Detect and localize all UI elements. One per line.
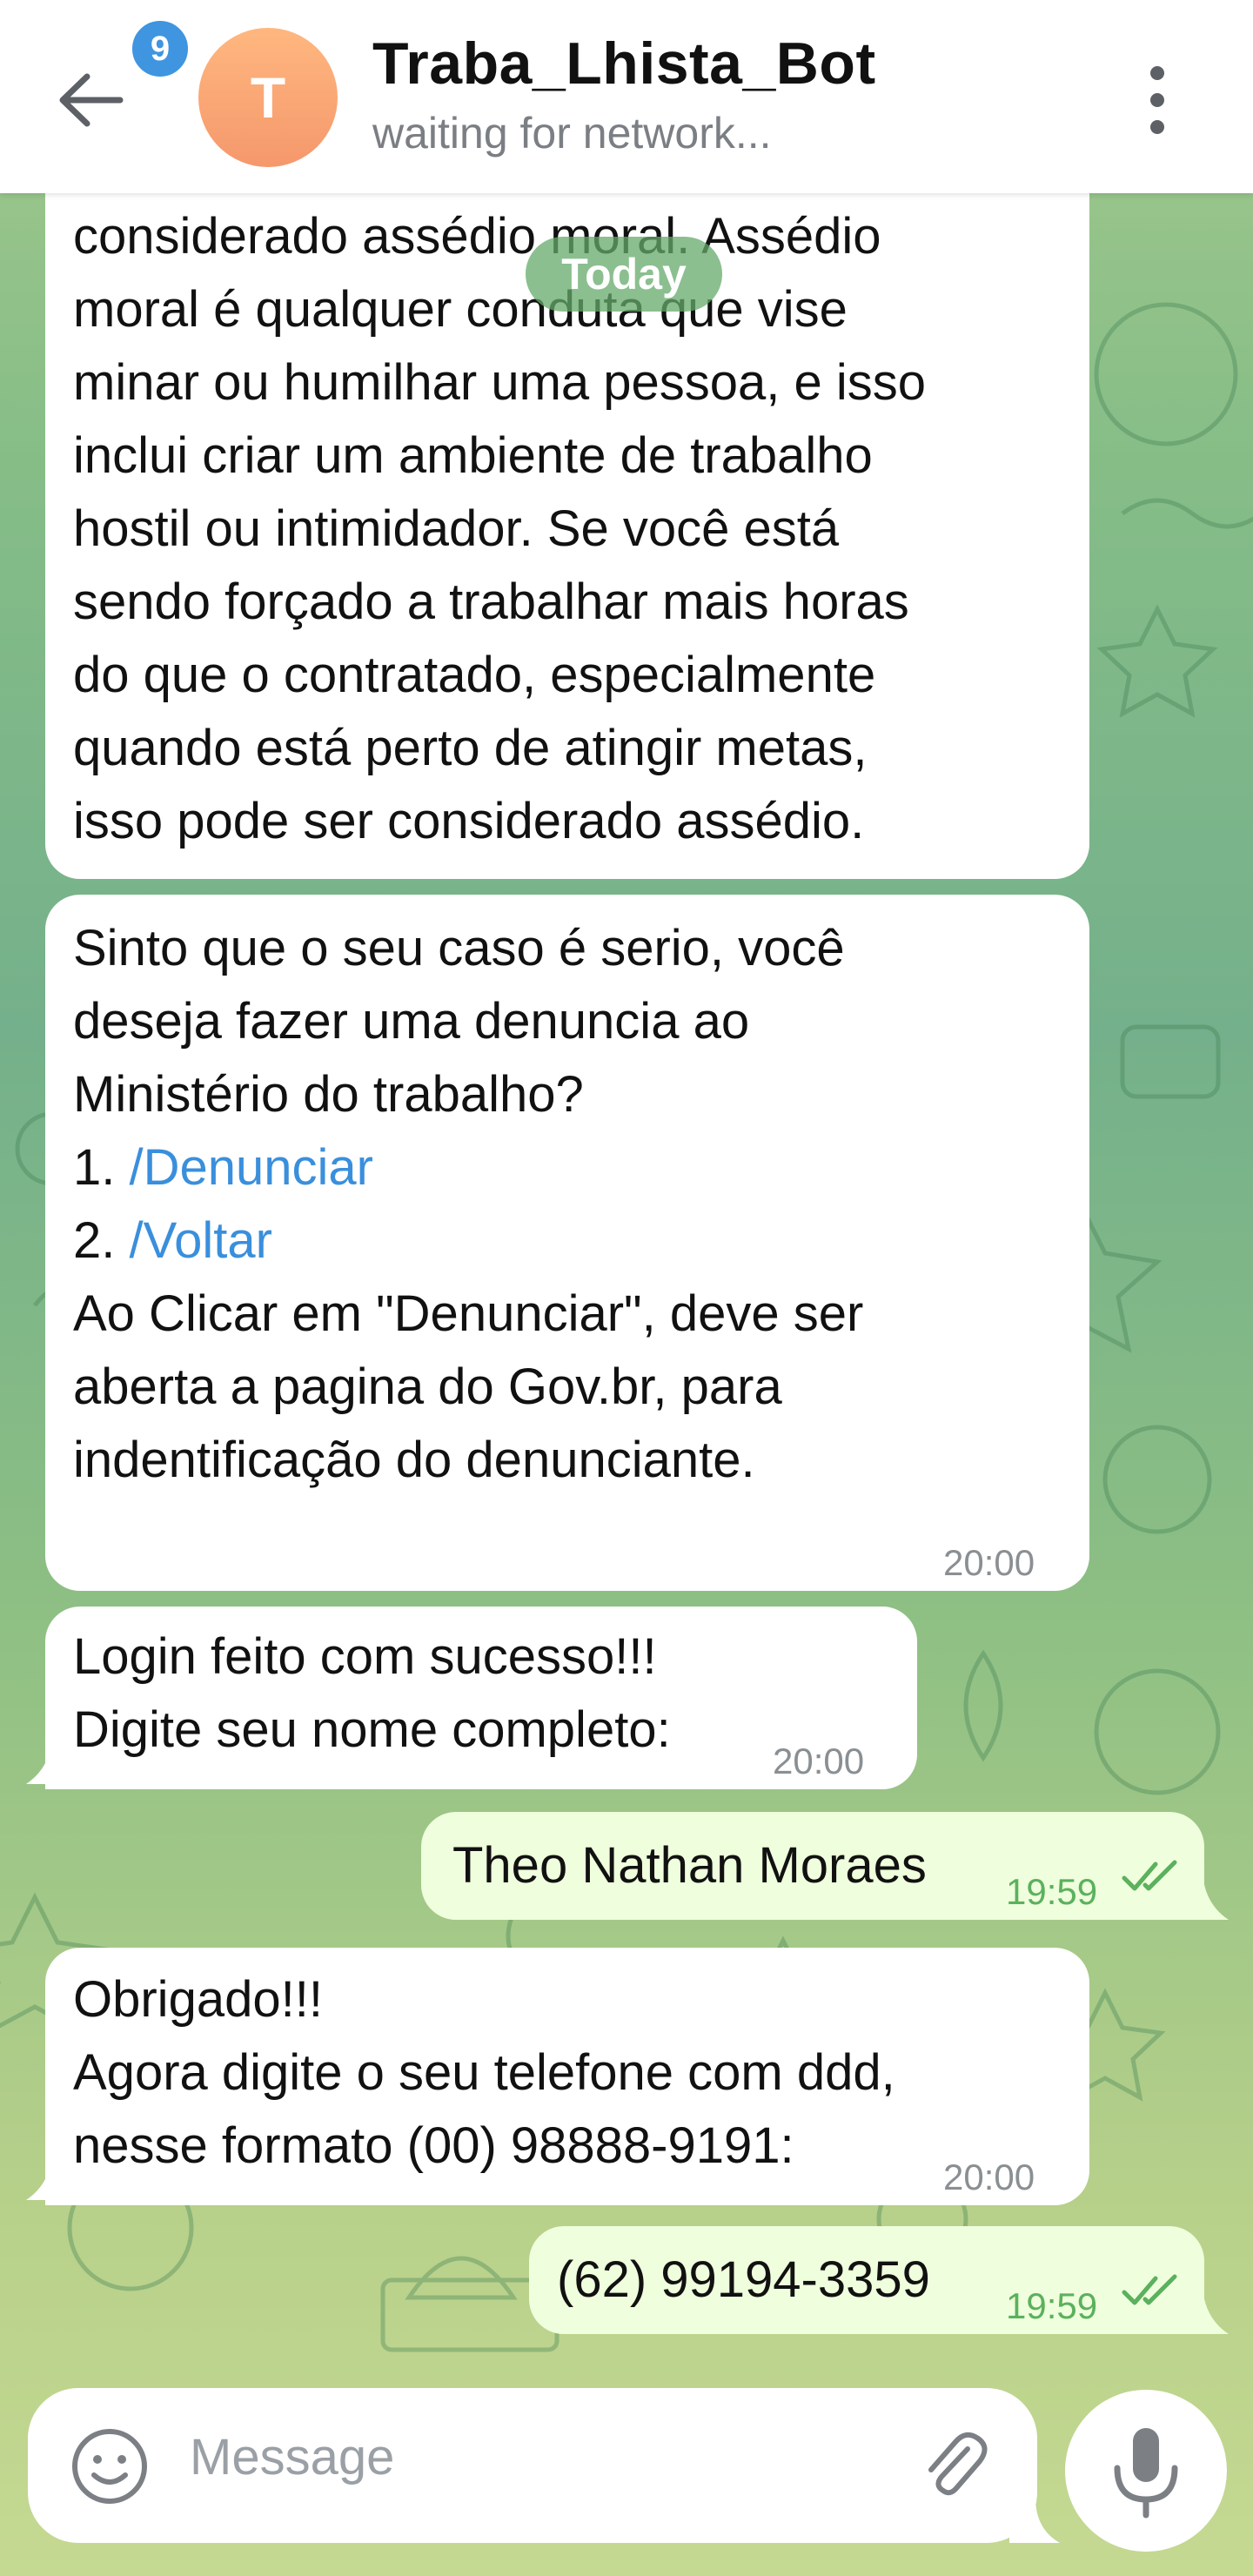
message-text-line: quando está perto de atingir metas, (73, 720, 868, 776)
message-composer[interactable]: Message (28, 2388, 1037, 2543)
connection-status: waiting for network... (372, 109, 772, 158)
chat-title[interactable]: Traba_Lhista_Bot (372, 30, 876, 97)
paperclip-icon (928, 2432, 988, 2496)
message-text-line: Login feito com sucesso!!! (73, 1628, 657, 1685)
message-text-line: sendo forçado a trabalhar mais horas (73, 574, 909, 630)
message-bubble-outgoing[interactable]: (62) 99194-3359 19:59 (529, 2226, 1204, 2334)
message-text-line: Sinto que o seu caso é serio, você (73, 920, 845, 976)
message-text-line: hostil ou intimidador. Se você está (73, 500, 840, 557)
message-time: 20:00 (773, 1741, 865, 1781)
double-check-icon (1122, 2274, 1177, 2305)
option-line: 1. /Denunciar (73, 1131, 1089, 1204)
message-time: 19:59 (1006, 2285, 1098, 2326)
microphone-icon (1114, 2428, 1178, 2519)
message-bubble-outgoing[interactable]: Theo Nathan Moraes 19:59 (421, 1812, 1204, 1920)
option-number: 1. (73, 1139, 130, 1196)
more-options-button[interactable] (1131, 61, 1183, 139)
message-text-line: Obrigado!!! (73, 1971, 323, 2028)
more-vert-icon (1150, 66, 1164, 134)
voice-record-button[interactable] (1065, 2390, 1227, 2552)
message-text-line: do que o contratado, especialmente (73, 647, 876, 703)
message-time: 19:59 (1006, 1871, 1098, 1912)
back-button[interactable] (52, 61, 136, 139)
option-line: 2. /Voltar (73, 1204, 1089, 1278)
attach-button[interactable] (912, 2423, 995, 2506)
message-text-line: aberta a pagina do Gov.br, para (73, 1358, 782, 1415)
message-bubble-incoming[interactable]: Obrigado!!! Agora digite o seu telefone … (45, 1948, 1089, 2205)
message-text-line: minar ou humilhar uma pessoa, e isso (73, 354, 927, 411)
voltar-command-link[interactable]: /Voltar (130, 1212, 272, 1269)
message-text-line: inclui criar um ambiente de trabalho (73, 427, 873, 484)
avatar-letter: T (250, 65, 286, 130)
date-separator: Today (526, 237, 722, 312)
message-text-line: indentificação do denunciante. (73, 1432, 755, 1488)
message-text-line: Ministério do trabalho? (73, 1066, 584, 1123)
message-text-line: isso pode ser considerado assédio. (73, 793, 865, 849)
message-text-line: nesse formato (00) 98888-9191: (73, 2117, 794, 2174)
message-input[interactable]: Message (190, 2428, 394, 2486)
message-bubble-incoming[interactable]: Login feito com sucesso!!! Digite seu no… (45, 1607, 917, 1789)
message-text-line: Ao Clicar em "Denunciar", deve ser (73, 1285, 864, 1342)
unread-badge: 9 (127, 16, 193, 82)
message-text-line: Agora digite o seu telefone com ddd, (73, 2044, 895, 2101)
arrow-left-icon (59, 73, 124, 127)
emoji-button[interactable] (68, 2425, 151, 2508)
bot-avatar[interactable]: T (198, 28, 338, 167)
option-number: 2. (73, 1212, 130, 1269)
double-check-icon (1122, 1860, 1177, 1891)
message-bubble-incoming[interactable]: Sinto que o seu caso é serio, você desej… (45, 895, 1089, 1591)
emoji-icon (72, 2429, 147, 2504)
message-text-line: deseja fazer uma denuncia ao (73, 993, 750, 1050)
message-text-line: (62) 99194-3359 (557, 2251, 930, 2308)
message-time: 20:00 (943, 1542, 1035, 1583)
chat-header: T 9 Traba_Lhista_Bot waiting for network… (0, 0, 1253, 193)
denunciar-command-link[interactable]: /Denunciar (130, 1139, 373, 1196)
message-time: 20:00 (943, 2157, 1035, 2197)
